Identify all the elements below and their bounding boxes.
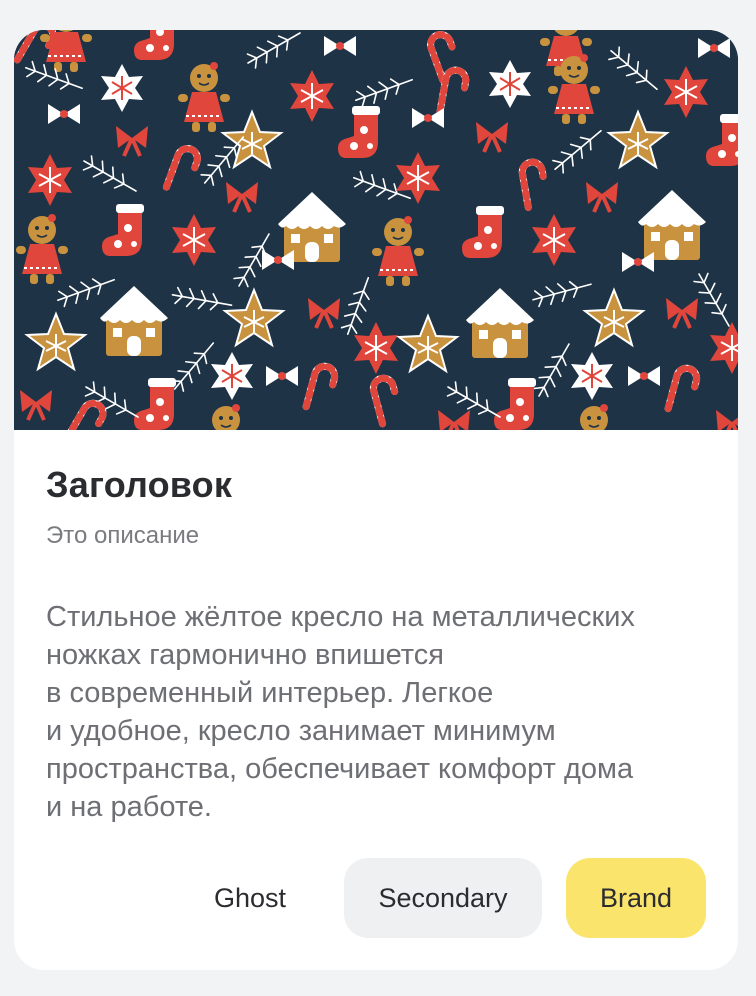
brand-button[interactable]: Brand — [566, 858, 706, 938]
card-title: Заголовок — [46, 464, 233, 505]
card-description: Стильное жёлтое кресло на металлических … — [46, 601, 635, 823]
christmas-pattern-image — [14, 30, 738, 430]
card-actions: Ghost Secondary Brand — [14, 858, 738, 938]
secondary-button[interactable]: Secondary — [344, 858, 542, 938]
ghost-button[interactable]: Ghost — [186, 858, 314, 938]
card-subtitle: Это описание — [46, 522, 200, 549]
product-card: Заголовок Это описание Стильное жёлтое к… — [14, 30, 738, 970]
card-cover-image — [14, 30, 738, 430]
